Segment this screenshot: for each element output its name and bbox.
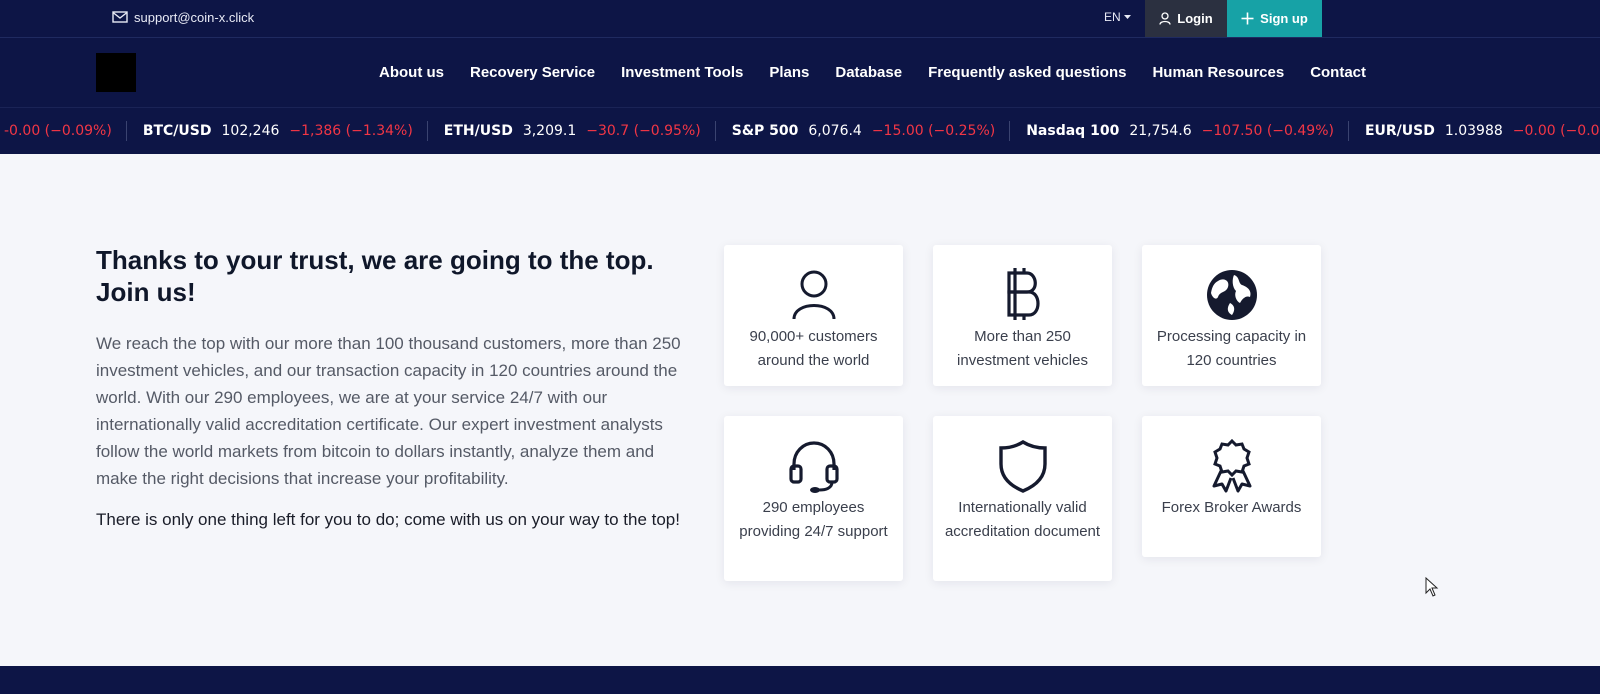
footer-band bbox=[0, 666, 1600, 694]
signup-label: Sign up bbox=[1260, 11, 1308, 26]
language-selector[interactable]: EN bbox=[1104, 0, 1131, 34]
ticker-symbol: EUR/USD bbox=[1364, 123, 1435, 139]
feature-label: 90,000+ customers around the world bbox=[749, 328, 878, 369]
feature-card-vehicles: More than 250 investment vehicles bbox=[933, 245, 1112, 386]
feature-label: More than 250 investment vehicles bbox=[957, 328, 1088, 369]
support-email[interactable]: support@coin-x.click bbox=[112, 0, 254, 34]
intro-section: Thanks to your trust, we are going to th… bbox=[96, 244, 696, 533]
ticker-price: 102,246 bbox=[221, 123, 280, 139]
feature-label: Processing capacity in 120 countries bbox=[1156, 328, 1307, 369]
user-icon bbox=[1159, 12, 1171, 25]
site-logo[interactable] bbox=[96, 53, 136, 92]
ticker-track: -0.00 (−0.09%) BTC/USD 102,246 −1,386 (−… bbox=[0, 108, 1600, 154]
award-icon bbox=[1212, 438, 1251, 493]
feature-card-awards: Forex Broker Awards bbox=[1142, 416, 1321, 557]
ticker-item[interactable]: EUR/USD 1.03988 −0.00 (−0.09%) bbox=[1349, 121, 1600, 141]
feature-label: Internationally valid accreditation docu… bbox=[944, 499, 1101, 540]
bitcoin-icon bbox=[1006, 268, 1040, 320]
feature-card-accreditation: Internationally valid accreditation docu… bbox=[933, 416, 1112, 581]
nav-contact[interactable]: Contact bbox=[1310, 64, 1366, 81]
nav-about-us[interactable]: About us bbox=[379, 64, 444, 81]
feature-label: Forex Broker Awards bbox=[1161, 499, 1302, 516]
ticker-change: −30.7 (−0.95%) bbox=[586, 123, 701, 139]
feature-card-capacity: Processing capacity in 120 countries bbox=[1142, 245, 1321, 386]
ticker-symbol: BTC/USD bbox=[142, 123, 212, 139]
caret-down-icon bbox=[1123, 14, 1131, 19]
login-button[interactable]: Login bbox=[1145, 0, 1227, 37]
feature-card-customers: 90,000+ customers around the world bbox=[724, 245, 903, 386]
mail-icon bbox=[112, 11, 128, 23]
intro-cta-text: There is only one thing left for you to … bbox=[96, 510, 680, 529]
nav-investment-tools[interactable]: Investment Tools bbox=[621, 64, 743, 81]
market-ticker[interactable]: -0.00 (−0.09%) BTC/USD 102,246 −1,386 (−… bbox=[0, 107, 1600, 154]
language-label: EN bbox=[1104, 10, 1121, 24]
ticker-symbol: Nasdaq 100 bbox=[1026, 123, 1120, 139]
login-label: Login bbox=[1177, 11, 1213, 26]
ticker-change: −15.00 (−0.25%) bbox=[871, 123, 996, 139]
ticker-item[interactable]: Nasdaq 100 21,754.6 −107.50 (−0.49%) bbox=[1010, 121, 1349, 141]
nav-human-resources[interactable]: Human Resources bbox=[1152, 64, 1284, 81]
ticker-change: -0.00 (−0.09%) bbox=[4, 123, 112, 139]
intro-body: We reach the top with our more than 100 … bbox=[96, 334, 681, 488]
ticker-change: −1,386 (−1.34%) bbox=[289, 123, 413, 139]
ticker-symbol: S&P 500 bbox=[731, 123, 799, 139]
globe-icon bbox=[1206, 270, 1257, 320]
ticker-symbol: ETH/USD bbox=[443, 123, 513, 139]
ticker-change: −107.50 (−0.49%) bbox=[1201, 123, 1334, 139]
ticker-price: 3,209.1 bbox=[522, 123, 577, 139]
nav-plans[interactable]: Plans bbox=[769, 64, 809, 81]
nav-menu: About us Recovery Service Investment Too… bbox=[379, 38, 1392, 107]
ticker-item[interactable]: ETH/USD 3,209.1 −30.7 (−0.95%) bbox=[428, 121, 716, 141]
intro-heading: Thanks to your trust, we are going to th… bbox=[96, 245, 654, 307]
nav-faq[interactable]: Frequently asked questions bbox=[928, 64, 1126, 81]
feature-card-employees: 290 employees providing 24/7 support bbox=[724, 416, 903, 581]
ticker-change: −0.00 (−0.09%) bbox=[1512, 123, 1600, 139]
mouse-cursor-icon bbox=[1425, 577, 1439, 597]
signup-button[interactable]: Sign up bbox=[1227, 0, 1322, 37]
feature-label: 290 employees providing 24/7 support bbox=[739, 499, 888, 540]
ticker-item[interactable]: BTC/USD 102,246 −1,386 (−1.34%) bbox=[127, 121, 428, 141]
support-email-text: support@coin-x.click bbox=[134, 9, 255, 25]
nav-database[interactable]: Database bbox=[835, 64, 902, 81]
plus-icon bbox=[1241, 12, 1254, 25]
ticker-item[interactable]: S&P 500 6,076.4 −15.00 (−0.25%) bbox=[716, 121, 1011, 141]
headset-icon bbox=[788, 441, 839, 493]
ticker-price: 21,754.6 bbox=[1129, 123, 1192, 139]
user-icon bbox=[792, 270, 835, 320]
ticker-item-partial[interactable]: -0.00 (−0.09%) bbox=[0, 121, 127, 141]
ticker-price: 1.03988 bbox=[1444, 123, 1503, 139]
top-bar: support@coin-x.click EN Login Sign up bbox=[0, 0, 1600, 38]
main-navbar: About us Recovery Service Investment Too… bbox=[0, 38, 1600, 107]
shield-icon bbox=[998, 439, 1047, 493]
nav-recovery-service[interactable]: Recovery Service bbox=[470, 64, 595, 81]
ticker-price: 6,076.4 bbox=[808, 123, 862, 139]
